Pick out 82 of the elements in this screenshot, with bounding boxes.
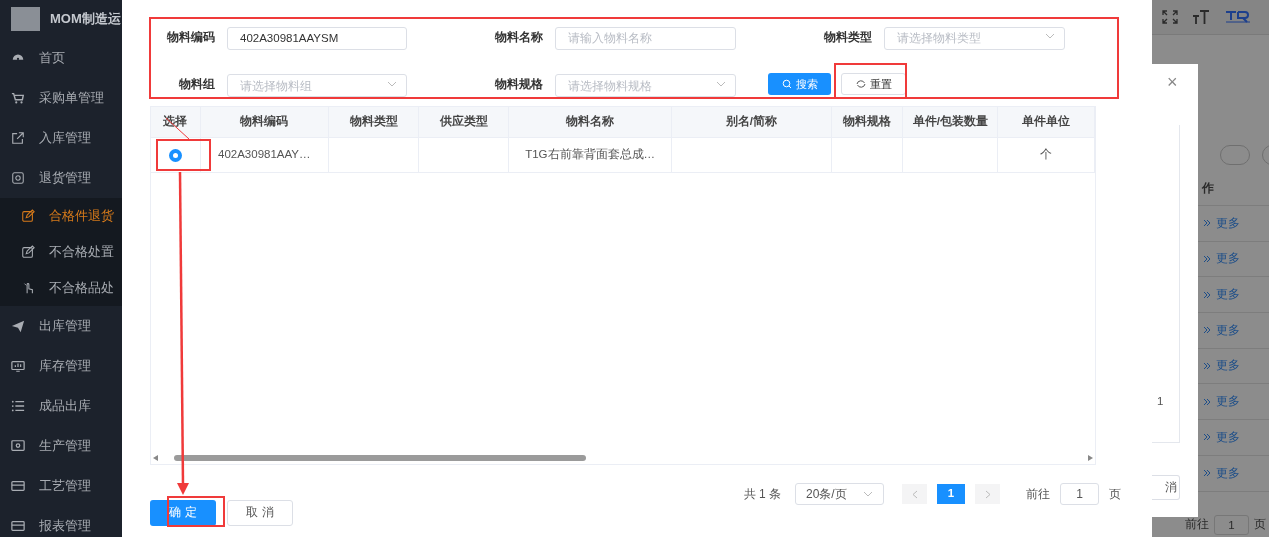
scroll-left-icon[interactable] bbox=[153, 455, 158, 461]
list-icon bbox=[11, 399, 25, 413]
field-label: 物料名称 bbox=[494, 28, 543, 46]
page-input[interactable]: 1 bbox=[1214, 515, 1249, 535]
field-label: 物料规格 bbox=[494, 76, 543, 94]
sidebar-item[interactable]: 工艺管理 bbox=[0, 466, 122, 506]
column-header: 物料规格 bbox=[831, 107, 904, 137]
select-field[interactable]: 请选择物料类型 bbox=[884, 26, 1065, 50]
column-header: 单件单位 bbox=[998, 107, 1095, 137]
double-chevron-icon bbox=[1203, 433, 1211, 442]
screen-icon bbox=[11, 439, 25, 453]
double-chevron-icon bbox=[1203, 219, 1211, 228]
sidebar-item[interactable]: 不合格品处 bbox=[0, 270, 122, 306]
cancel-button[interactable]: 取 消 bbox=[227, 500, 293, 526]
table-cell-text: 402A30981AAY… bbox=[218, 147, 311, 163]
paper-plane-icon bbox=[11, 319, 25, 333]
chevron-left-icon bbox=[911, 489, 918, 499]
table-cell-text: 1 bbox=[1157, 394, 1164, 409]
input-field[interactable]: 请输入物料名称 bbox=[555, 26, 736, 50]
chevron-down-icon bbox=[387, 80, 397, 87]
goto-label: 前往 bbox=[1185, 517, 1209, 533]
hand-icon bbox=[21, 281, 35, 295]
page-size-select[interactable]: 20条/页 bbox=[795, 483, 884, 505]
annotation-box bbox=[156, 139, 211, 171]
reset-button[interactable]: 重置 bbox=[841, 73, 906, 96]
annotation-box bbox=[167, 496, 225, 527]
double-chevron-icon bbox=[1203, 255, 1211, 264]
sidebar-item[interactable]: 合格件退货 bbox=[0, 198, 122, 234]
column-header: 物料编码 bbox=[200, 107, 329, 137]
export-icon bbox=[11, 131, 25, 145]
double-chevron-icon bbox=[1203, 326, 1211, 335]
column-header: 单件/包装数量 bbox=[903, 107, 999, 137]
box-icon bbox=[11, 171, 25, 185]
sidebar-item[interactable]: 首页 bbox=[0, 38, 122, 78]
sidebar-item[interactable]: 生产管理 bbox=[0, 426, 122, 466]
select-field[interactable]: 请选择物料规格 bbox=[555, 74, 736, 98]
edit-icon bbox=[21, 245, 35, 259]
field-label: 物料组 bbox=[178, 76, 215, 94]
horizontal-scrollbar[interactable] bbox=[151, 453, 1095, 463]
sidebar-item[interactable]: 采购单管理 bbox=[0, 78, 122, 118]
fullscreen-icon[interactable] bbox=[1162, 10, 1178, 24]
field-label: 物料类型 bbox=[823, 28, 872, 46]
card-icon bbox=[11, 479, 25, 493]
table-cell-text: 个 bbox=[1040, 147, 1053, 163]
double-chevron-icon bbox=[1203, 362, 1211, 371]
close-button[interactable]: × bbox=[1167, 73, 1178, 91]
sidebar-item[interactable]: 不合格处置 bbox=[0, 234, 122, 270]
goto-suffix: 页 bbox=[1254, 517, 1266, 533]
sidebar-item[interactable]: 库存管理 bbox=[0, 346, 122, 386]
table-cell-text: T1G右前靠背面套总成… bbox=[525, 147, 655, 163]
card-icon bbox=[11, 519, 25, 533]
chevron-down-icon bbox=[716, 80, 726, 87]
chevron-down-icon bbox=[863, 491, 873, 497]
edit-icon bbox=[21, 209, 35, 223]
font-size-icon[interactable] bbox=[1192, 10, 1210, 24]
input-field[interactable]: 402A30981AAYSM bbox=[227, 26, 407, 50]
double-chevron-icon bbox=[1203, 290, 1211, 299]
sidebar-item[interactable]: 报表管理 bbox=[0, 506, 122, 537]
double-chevron-icon bbox=[1203, 397, 1211, 406]
column-header: 物料类型 bbox=[328, 107, 420, 137]
radio-button[interactable] bbox=[168, 148, 182, 162]
goto-suffix: 页 bbox=[1109, 486, 1121, 503]
chevron-down-icon bbox=[1045, 33, 1055, 40]
cart-icon bbox=[11, 91, 25, 105]
cancel-button[interactable]: 消 bbox=[1152, 475, 1180, 500]
double-chevron-icon bbox=[1203, 469, 1211, 478]
total-count: 共 1 条 bbox=[743, 486, 781, 503]
sidebar-item[interactable]: 退货管理 bbox=[0, 158, 122, 198]
column-header: 别名/简称 bbox=[671, 107, 832, 137]
field-label: 物料编码 bbox=[166, 28, 215, 46]
scroll-right-icon[interactable] bbox=[1088, 455, 1093, 461]
select-field[interactable]: 请选择物料组 bbox=[227, 74, 407, 98]
sidebar-item[interactable]: 成品出库 bbox=[0, 386, 122, 426]
sidebar-item[interactable]: 入库管理 bbox=[0, 118, 122, 158]
column-header: 物料名称 bbox=[509, 107, 672, 137]
page-input[interactable]: 1 bbox=[1060, 483, 1099, 505]
chevron-right-icon bbox=[984, 489, 991, 499]
app-title: MOM制造运 bbox=[50, 10, 121, 29]
column-header: 供应类型 bbox=[419, 107, 510, 137]
goto-label: 前往 bbox=[1026, 486, 1050, 503]
sidebar-item[interactable]: 出库管理 bbox=[0, 306, 122, 346]
monitor-icon bbox=[11, 359, 25, 373]
